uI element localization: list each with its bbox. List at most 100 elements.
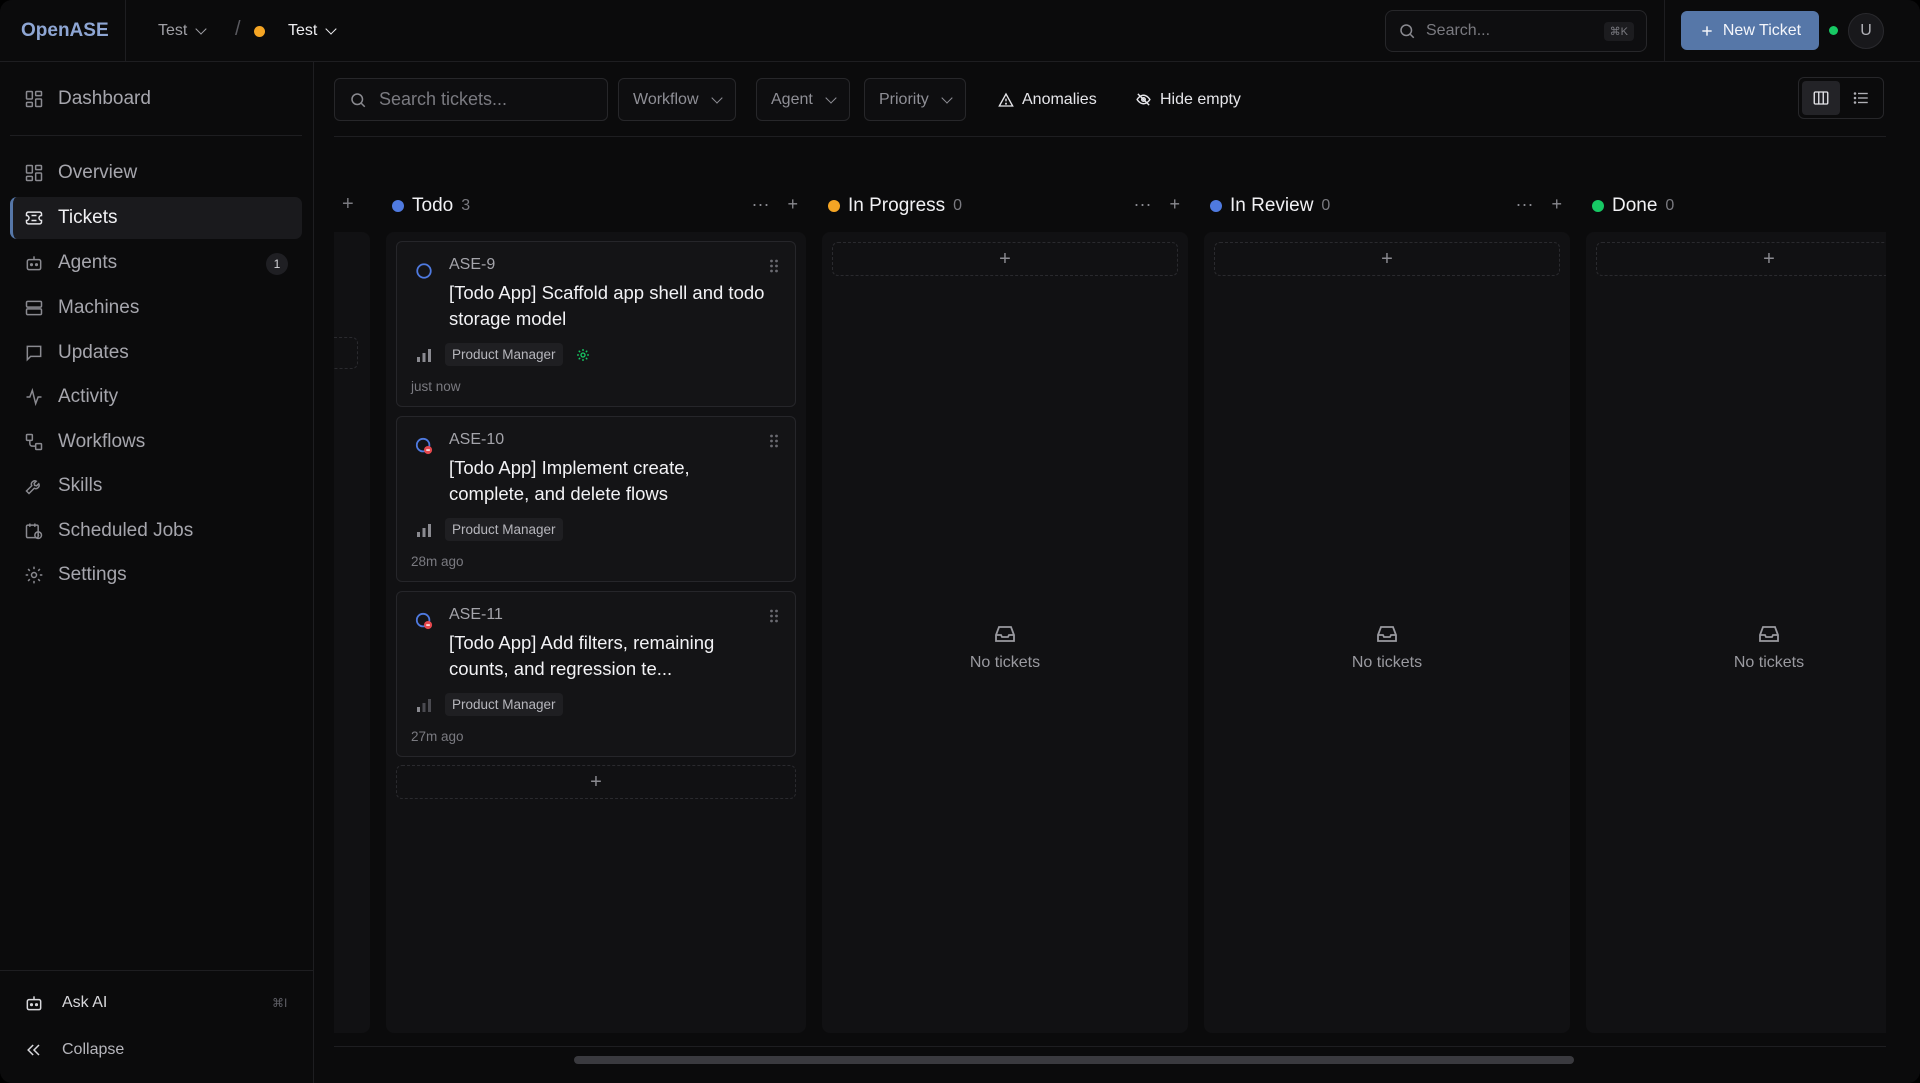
sidebar-item-label: Dashboard — [58, 88, 151, 110]
status-dot — [828, 200, 840, 212]
sidebar-item-scheduled-jobs[interactable]: Scheduled Jobs — [10, 510, 302, 552]
warning-triangle-icon — [998, 92, 1014, 108]
ticket-id: ASE-11 — [449, 606, 503, 624]
sidebar-item-label: Tickets — [58, 207, 117, 229]
list-view-button[interactable] — [1842, 81, 1880, 115]
empty-state-label: No tickets — [970, 654, 1040, 671]
sidebar-item-workflows[interactable]: Workflows — [10, 421, 302, 463]
todo-status-icon — [415, 262, 433, 280]
online-status-dot — [1829, 26, 1838, 35]
collapse-sidebar-button[interactable]: Collapse — [24, 1040, 124, 1060]
column-title: In Review — [1230, 195, 1313, 217]
column-actions: ··· + — [1516, 194, 1563, 215]
chevron-down-icon — [711, 92, 722, 103]
column-title: In Progress — [848, 195, 945, 217]
hide-empty-button[interactable]: Hide empty — [1135, 78, 1241, 121]
priority-filter[interactable]: Priority — [864, 78, 966, 121]
sidebar-item-label: Skills — [58, 475, 102, 497]
dashboard-icon — [24, 89, 44, 109]
brand-logo[interactable]: OpenASE — [21, 0, 109, 62]
search-icon — [1398, 22, 1416, 40]
inbox-icon — [992, 622, 1018, 646]
new-ticket-button[interactable]: New Ticket — [1681, 11, 1819, 50]
column-in-progress: In Progress 0 ··· + + No tickets — [822, 137, 1188, 1033]
ticket-search-input[interactable]: Search tickets... — [334, 78, 608, 121]
empty-state-label: No tickets — [1734, 654, 1804, 671]
sidebar-item-machines[interactable]: Machines — [10, 287, 302, 329]
sidebar-item-overview[interactable]: Overview — [10, 152, 302, 194]
sidebar-item-label: Settings — [58, 564, 127, 586]
agent-filter[interactable]: Agent — [756, 78, 850, 121]
horizontal-scrollbar[interactable] — [574, 1056, 1574, 1064]
workflow-icon — [24, 432, 44, 452]
sidebar-item-tickets[interactable]: Tickets — [10, 197, 302, 239]
pulse-icon — [24, 387, 44, 407]
more-options-icon[interactable]: ··· — [1516, 194, 1534, 215]
sidebar-item-dashboard[interactable]: Dashboard — [10, 78, 302, 120]
add-ticket-button[interactable]: + — [1214, 242, 1560, 276]
eye-off-icon — [1135, 91, 1152, 108]
column-header: In Progress 0 ··· + — [828, 194, 1188, 218]
chevron-down-icon — [196, 23, 207, 34]
sidebar-item-skills[interactable]: Skills — [10, 465, 302, 507]
column-title: Done — [1612, 195, 1657, 217]
sidebar-item-agents[interactable]: Agents 1 — [10, 242, 302, 284]
ticket-card[interactable]: ASE-10 [Todo App] Implement create, comp… — [396, 416, 796, 582]
sidebar-item-settings[interactable]: Settings — [10, 554, 302, 596]
sidebar-item-activity[interactable]: Activity — [10, 376, 302, 418]
global-search[interactable]: Search... ⌘K — [1385, 10, 1647, 52]
anomalies-label: Anomalies — [1022, 91, 1097, 109]
drag-handle-icon[interactable] — [769, 433, 779, 449]
column-count: 0 — [1321, 197, 1330, 215]
board-view-button[interactable] — [1802, 81, 1840, 115]
project-switcher[interactable]: Test — [288, 0, 335, 62]
ticket-card[interactable]: ASE-11 [Todo App] Add filters, remaining… — [396, 591, 796, 757]
add-ticket-slot[interactable] — [334, 337, 358, 369]
divider — [1664, 0, 1665, 62]
plus-icon — [1699, 23, 1715, 39]
plus-icon[interactable]: + — [787, 194, 798, 215]
add-ticket-button[interactable]: + — [1596, 242, 1886, 276]
ticket-meta: Product Manager — [415, 518, 563, 541]
collapse-label: Collapse — [62, 1041, 124, 1059]
drag-handle-icon[interactable] — [769, 608, 779, 624]
ask-ai-label: Ask AI — [62, 994, 107, 1012]
plus-icon[interactable]: + — [1551, 194, 1562, 215]
add-ticket-button[interactable]: + — [832, 242, 1178, 276]
ticket-meta: Product Manager — [415, 693, 563, 716]
ticket-timestamp: 28m ago — [411, 554, 464, 569]
inbox-icon — [1756, 622, 1782, 646]
breadcrumb-separator: / — [235, 18, 241, 41]
ticket-timestamp: just now — [411, 379, 461, 394]
divider — [0, 970, 314, 971]
more-options-icon[interactable]: ··· — [752, 194, 770, 215]
user-avatar[interactable]: U — [1848, 13, 1884, 49]
server-icon — [24, 298, 44, 318]
board-right-edge — [1886, 62, 1920, 1083]
divider — [10, 135, 302, 136]
more-options-icon[interactable]: ··· — [1134, 194, 1152, 215]
ticket-id: ASE-9 — [449, 256, 495, 274]
role-tag: Product Manager — [445, 343, 563, 366]
calendar-clock-icon — [24, 521, 44, 541]
sidebar-item-updates[interactable]: Updates — [10, 332, 302, 374]
add-ticket-button[interactable]: + — [396, 765, 796, 799]
new-ticket-label: New Ticket — [1723, 22, 1801, 40]
plus-icon[interactable]: + — [1169, 194, 1180, 215]
drag-handle-icon[interactable] — [769, 258, 779, 274]
status-dot — [1210, 200, 1222, 212]
ask-ai-button[interactable]: Ask AI ⌘I — [24, 993, 107, 1013]
ticket-card[interactable]: ASE-9 [Todo App] Scaffold app shell and … — [396, 241, 796, 407]
sidebar: Dashboard Overview Tickets Agents 1 — [0, 62, 314, 1083]
org-switcher[interactable]: Test — [158, 0, 205, 62]
search-icon — [349, 91, 367, 109]
message-icon — [24, 343, 44, 363]
column-title: Todo — [412, 195, 453, 217]
sidebar-item-label: Activity — [58, 386, 118, 408]
workflow-filter[interactable]: Workflow — [618, 78, 736, 121]
app-window: OpenASE Test / Test Search... ⌘K New Tic… — [0, 0, 1920, 1083]
plus-icon[interactable]: + — [342, 193, 354, 216]
anomalies-button[interactable]: Anomalies — [998, 78, 1097, 121]
column-count: 3 — [461, 197, 470, 215]
sidebar-item-label: Agents — [58, 252, 117, 274]
